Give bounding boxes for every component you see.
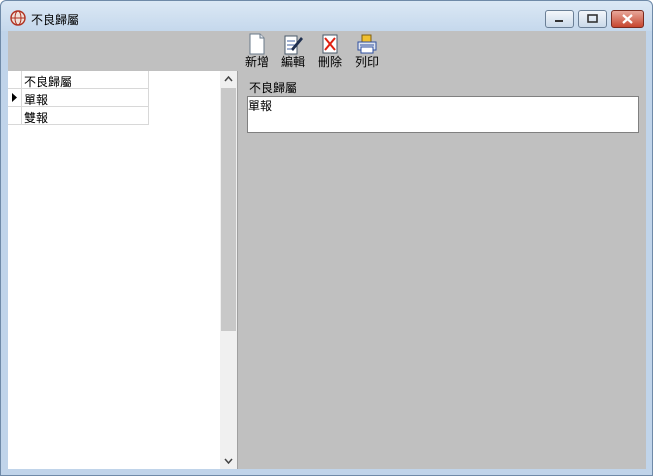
delete-button[interactable]: 刪除 (311, 33, 349, 69)
app-globe-icon (10, 10, 26, 26)
table-row[interactable]: 雙報 (8, 107, 148, 125)
window-title: 不良歸屬 (31, 13, 80, 27)
close-icon (622, 14, 633, 24)
maximize-icon (587, 14, 598, 23)
defect-category-field[interactable]: 單報 (247, 96, 639, 133)
app-window: 不良歸屬 新增 編輯 刪除 列印 不良歸屬 單報 雙報 不良歸屬 單報 (0, 0, 653, 476)
delete-icon (322, 34, 338, 54)
client-area: 新增 編輯 刪除 列印 不良歸屬 單報 雙報 不良歸屬 單報 (8, 31, 646, 469)
row-indicator[interactable] (8, 89, 22, 106)
print-button[interactable]: 列印 (348, 33, 386, 69)
record-grid[interactable]: 不良歸屬 單報 雙報 (8, 71, 237, 469)
field-value: 單報 (248, 99, 273, 113)
title-bar[interactable]: 不良歸屬 (1, 1, 652, 31)
field-label: 不良歸屬 (249, 81, 298, 95)
print-button-label: 列印 (354, 55, 379, 69)
new-document-icon (249, 33, 265, 55)
current-row-arrow-icon (12, 93, 17, 102)
row-indicator[interactable] (8, 107, 22, 124)
scroll-up-button[interactable] (220, 71, 237, 87)
scroll-down-button[interactable] (220, 453, 237, 469)
edit-button-label: 編輯 (280, 55, 305, 69)
vertical-scrollbar[interactable] (220, 71, 237, 469)
delete-button-label: 刪除 (317, 55, 342, 69)
minimize-button[interactable] (545, 10, 574, 28)
scrollbar-thumb[interactable] (221, 88, 236, 331)
grid-divider (148, 71, 149, 125)
edit-document-icon (284, 35, 303, 55)
chevron-up-icon (224, 75, 233, 82)
table-row[interactable]: 單報 (8, 89, 148, 107)
minimize-icon (555, 20, 563, 22)
grid-header[interactable]: 不良歸屬 (8, 71, 148, 89)
grid-cell[interactable]: 雙報 (24, 109, 48, 126)
new-button[interactable]: 新增 (238, 33, 276, 69)
pane-splitter[interactable] (237, 71, 238, 469)
grid-corner (8, 71, 22, 88)
detail-panel: 不良歸屬 單報 (239, 71, 646, 469)
chevron-down-icon (224, 458, 233, 465)
grid-cell[interactable]: 單報 (24, 91, 48, 108)
printer-icon (357, 34, 377, 54)
close-button[interactable] (611, 10, 644, 28)
edit-button[interactable]: 編輯 (274, 33, 312, 69)
new-button-label: 新增 (244, 55, 269, 69)
grid-column-header: 不良歸屬 (24, 75, 73, 89)
maximize-button[interactable] (578, 10, 607, 28)
toolbar: 新增 編輯 刪除 列印 (8, 31, 646, 70)
